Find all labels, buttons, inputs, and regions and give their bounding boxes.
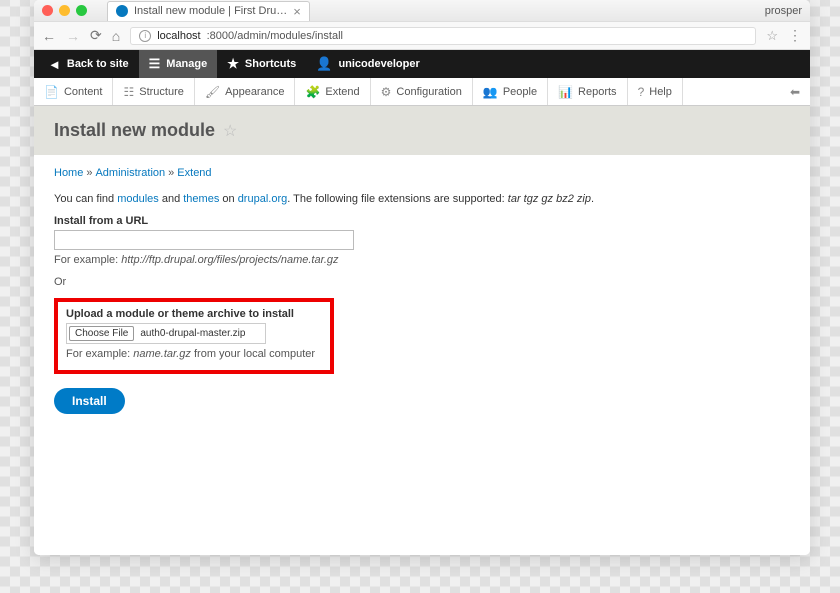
file-input[interactable]: Choose File auth0-drupal-master.zip: [66, 323, 266, 344]
user-menu-button[interactable]: 👤unicodeveloper: [306, 50, 429, 78]
breadcrumb-home[interactable]: Home: [54, 167, 83, 179]
toolbar-extend[interactable]: 🧩Extend: [295, 78, 370, 105]
toolbar-people[interactable]: 👥People: [473, 78, 548, 105]
install-button[interactable]: Install: [54, 388, 125, 414]
browser-menu-icon[interactable]: ⋮: [788, 27, 802, 44]
home-icon[interactable]: ⌂: [112, 28, 120, 44]
page-content: Install new module ☆ Home»Administration…: [34, 106, 810, 555]
browser-tab[interactable]: Install new module | First Dru… ×: [107, 1, 310, 21]
browser-window: Install new module | First Dru… × prospe…: [34, 0, 810, 555]
reload-icon[interactable]: ⟳: [90, 27, 102, 44]
upload-label: Upload a module or theme archive to inst…: [66, 308, 322, 320]
hamburger-icon: ☰: [149, 56, 161, 72]
traffic-lights: [42, 5, 87, 16]
profile-name[interactable]: prosper: [765, 5, 802, 17]
people-icon: 👥: [483, 85, 498, 99]
themes-link[interactable]: themes: [183, 193, 219, 205]
admin-toolbar: 📄Content ☷Structure 🖌Appearance 🧩Extend …: [34, 78, 810, 106]
help-icon: ?: [638, 85, 645, 99]
toolbar-help[interactable]: ?Help: [628, 78, 683, 105]
site-info-icon[interactable]: i: [139, 30, 151, 42]
toolbar-structure[interactable]: ☷Structure: [113, 78, 194, 105]
url-label: Install from a URL: [54, 215, 790, 227]
toolbar-configuration[interactable]: ⚙Configuration: [371, 78, 473, 105]
choose-file-button[interactable]: Choose File: [69, 326, 134, 341]
page-header: Install new module ☆: [34, 106, 810, 155]
shortcut-star-icon[interactable]: ☆: [223, 121, 237, 141]
intro-text: You can find modules and themes on drupa…: [54, 193, 790, 205]
toolbar-reports[interactable]: 📊Reports: [548, 78, 627, 105]
reports-icon: 📊: [558, 85, 573, 99]
structure-icon: ☷: [123, 85, 134, 99]
or-separator: Or: [54, 276, 790, 288]
back-arrow-icon: ◄: [48, 57, 61, 72]
forward-icon[interactable]: →: [66, 28, 80, 44]
admin-topbar: ◄Back to site ☰Manage ★Shortcuts 👤unicod…: [34, 50, 810, 78]
minimize-window-icon[interactable]: [59, 5, 70, 16]
bookmark-icon[interactable]: ☆: [766, 28, 778, 44]
arrow-left-icon: ⬅: [790, 85, 800, 99]
favicon-icon: [116, 5, 128, 17]
maximize-window-icon[interactable]: [76, 5, 87, 16]
close-window-icon[interactable]: [42, 5, 53, 16]
shortcuts-button[interactable]: ★Shortcuts: [217, 50, 306, 78]
upload-hint: For example: name.tar.gz from your local…: [66, 348, 322, 360]
titlebar: Install new module | First Dru… × prospe…: [34, 0, 810, 22]
breadcrumb-extend[interactable]: Extend: [177, 167, 211, 179]
page-title: Install new module: [54, 120, 215, 141]
manage-button[interactable]: ☰Manage: [139, 50, 218, 78]
content-icon: 📄: [44, 85, 59, 99]
address-bar: ← → ⟳ ⌂ i localhost :8000/admin/modules/i…: [34, 22, 810, 50]
url-input[interactable]: [54, 230, 354, 250]
extensions-list: tar tgz gz bz2 zip: [508, 193, 591, 205]
extend-icon: 🧩: [305, 85, 320, 99]
url-field[interactable]: i localhost :8000/admin/modules/install: [130, 27, 756, 45]
upload-section-highlight: Upload a module or theme archive to inst…: [54, 298, 334, 374]
selected-filename: auth0-drupal-master.zip: [136, 328, 249, 339]
breadcrumb: Home»Administration»Extend: [54, 167, 790, 179]
configuration-icon: ⚙: [381, 85, 392, 99]
back-to-site-button[interactable]: ◄Back to site: [38, 50, 139, 78]
toolbar-appearance[interactable]: 🖌Appearance: [195, 78, 296, 105]
url-host: localhost: [157, 30, 200, 42]
close-tab-icon[interactable]: ×: [293, 5, 301, 18]
toolbar-content[interactable]: 📄Content: [34, 78, 113, 105]
toolbar-orientation-toggle[interactable]: ⬅: [780, 78, 810, 105]
back-icon[interactable]: ←: [42, 28, 56, 44]
drupal-link[interactable]: drupal.org: [238, 193, 288, 205]
appearance-icon: 🖌: [205, 85, 220, 99]
tab-title: Install new module | First Dru…: [134, 5, 287, 17]
modules-link[interactable]: modules: [117, 193, 159, 205]
user-icon: 👤: [316, 56, 332, 72]
breadcrumb-admin[interactable]: Administration: [95, 167, 165, 179]
star-icon: ★: [227, 56, 239, 72]
url-path: :8000/admin/modules/install: [207, 30, 343, 42]
url-hint: For example: http://ftp.drupal.org/files…: [54, 254, 790, 266]
